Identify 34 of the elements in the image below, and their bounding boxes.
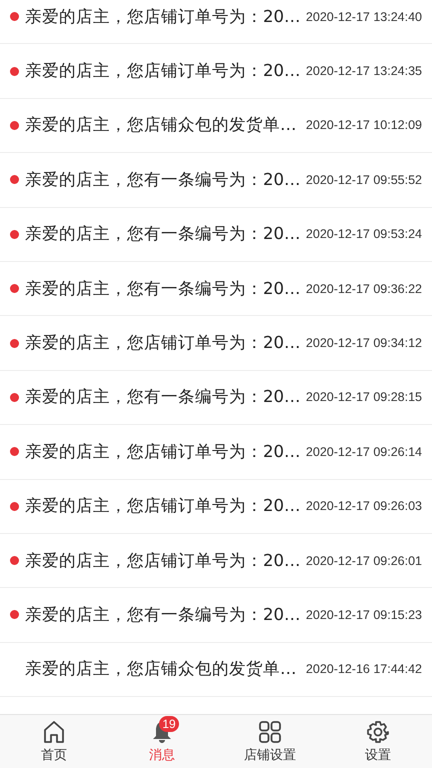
message-time: 2020-12-17 09:28:15 — [306, 390, 422, 404]
message-time: 2020-12-16 17:44:42 — [306, 662, 422, 676]
message-text[interactable]: 亲爱的店主，您店铺订单号为：20… — [25, 6, 300, 28]
message-text[interactable]: 亲爱的店主，您店铺众包的发货单… — [25, 658, 296, 680]
message-time: 2020-12-17 09:36:22 — [306, 282, 422, 296]
message-text[interactable]: 亲爱的店主，您店铺订单号为：20… — [25, 60, 300, 82]
message-text[interactable]: 亲爱的店主，您有一条编号为：20… — [25, 223, 300, 246]
message-time: 2020-12-17 10:12:09 — [306, 118, 422, 132]
message-text[interactable]: 亲爱的店主，您有一条编号为：20… — [25, 604, 300, 626]
message-time: 2020-12-17 09:34:12 — [306, 336, 422, 350]
message-text[interactable]: 亲爱的店主，您有一条编号为：20… — [25, 278, 300, 300]
unread-count-badge: 19 — [159, 716, 179, 732]
message-time: 2020-12-17 13:24:35 — [306, 64, 422, 78]
tab[interactable]: 19 消息 — [108, 715, 216, 765]
message-time: 2020-12-17 09:26:03 — [306, 499, 422, 514]
message-time: 2020-12-17 09:53:24 — [306, 227, 422, 242]
message-text[interactable]: 亲爱的店主，您店铺订单号为：20… — [25, 332, 300, 354]
message-time: 2020-12-17 09:55:52 — [306, 172, 422, 187]
message-text[interactable]: 亲爱的店主，您店铺订单号为：20… — [25, 440, 300, 463]
message-time: 2020-12-17 13:24:40 — [306, 10, 422, 24]
grid-icon — [258, 720, 282, 744]
settings-icon — [366, 720, 390, 744]
message-text[interactable]: 亲爱的店主，您有一条编号为：20… — [25, 386, 300, 408]
message-text[interactable]: 亲爱的店主，您店铺订单号为：20… — [25, 495, 300, 518]
message-text[interactable]: 亲爱的店主，您店铺众包的发货单… — [25, 114, 296, 136]
tab[interactable]: 首页 — [0, 715, 108, 765]
tab[interactable]: 设置 — [324, 715, 432, 765]
message-time: 2020-12-17 09:26:01 — [306, 554, 422, 568]
message-text[interactable]: 亲爱的店主，您店铺订单号为：20… — [25, 550, 300, 572]
message-time: 2020-12-17 09:15:23 — [306, 608, 422, 622]
tab[interactable]: 店铺设置 — [216, 715, 324, 765]
home-icon — [43, 720, 65, 744]
message-text[interactable]: 亲爱的店主，您有一条编号为：20… — [25, 168, 300, 191]
message-time: 2020-12-17 09:26:14 — [306, 444, 422, 459]
